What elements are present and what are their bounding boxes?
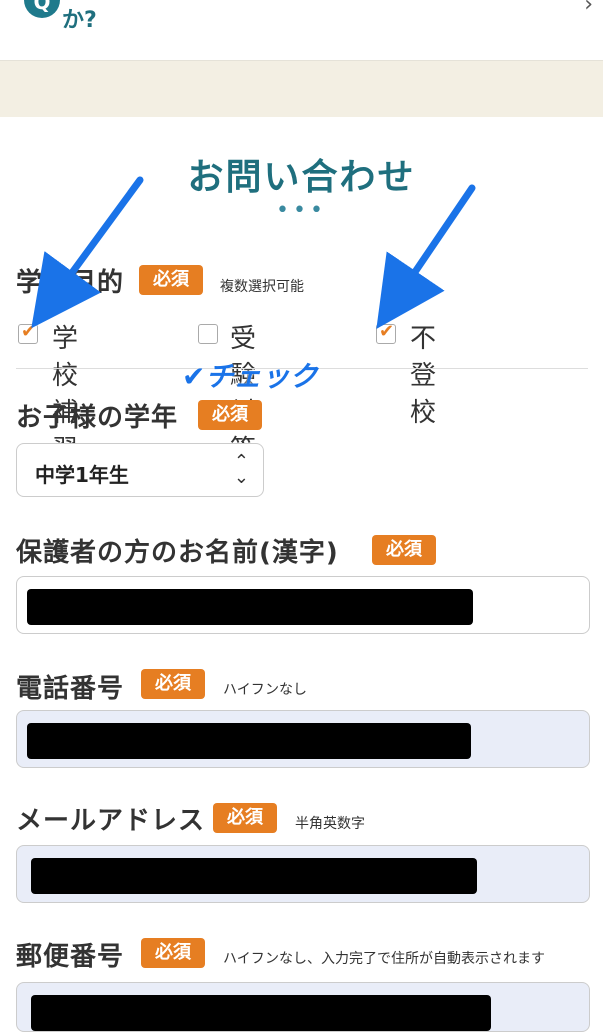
arrow-left-icon: [31, 176, 144, 329]
arrow-right-icon: [376, 184, 476, 329]
annotation-arrows: [31, 176, 476, 329]
